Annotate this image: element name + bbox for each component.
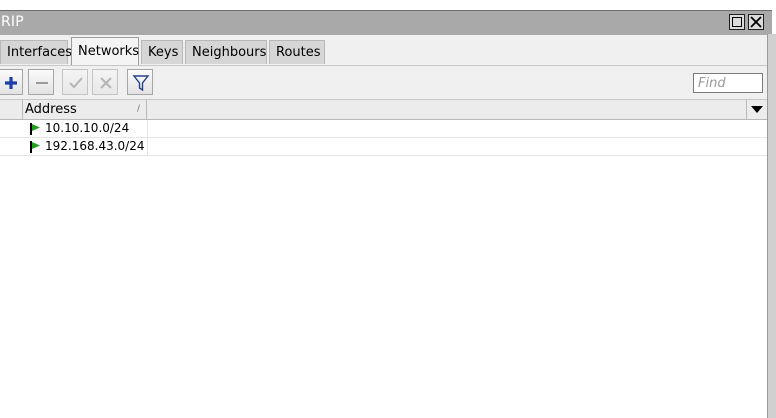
add-button[interactable] [0, 69, 23, 95]
tab-networks[interactable]: Networks [71, 37, 139, 65]
close-icon[interactable] [748, 14, 764, 30]
tab-keys[interactable]: Keys [141, 40, 183, 64]
tab-interfaces[interactable]: Interfaces [0, 40, 72, 64]
column-divider [147, 120, 148, 138]
table-row[interactable]: 10.10.10.0/24 [0, 120, 767, 138]
column-header-marker [0, 100, 23, 120]
chevron-down-icon [751, 106, 763, 113]
row-address: 192.168.43.0/24 [45, 139, 145, 153]
green-flag-icon [30, 123, 40, 135]
disable-button[interactable] [92, 69, 118, 95]
column-header-address[interactable]: Address / [23, 100, 147, 120]
remove-button[interactable] [28, 69, 54, 95]
row-address: 10.10.10.0/24 [45, 121, 130, 135]
find-input[interactable] [693, 73, 763, 93]
check-icon [69, 77, 83, 89]
minus-icon [36, 82, 48, 84]
column-menu-button[interactable] [746, 100, 767, 120]
green-flag-icon [30, 141, 40, 153]
tab-strip: Interfaces Networks Keys Neighbours Rout… [0, 35, 767, 65]
enable-button[interactable] [62, 69, 88, 95]
table-row[interactable]: 192.168.43.0/24 [0, 138, 767, 156]
window-titlebar[interactable]: RIP [0, 10, 772, 35]
window-title: RIP [1, 14, 24, 30]
plus-icon [5, 77, 17, 89]
sort-indicator-icon: / [136, 104, 140, 114]
table-header: Address / [0, 99, 767, 120]
networks-table: Address / 10.10.10.0/24 192.168.43.0/24 [0, 99, 767, 418]
cross-icon [100, 77, 112, 89]
tab-routes[interactable]: Routes [269, 40, 325, 64]
filter-icon [132, 75, 150, 92]
filter-button[interactable] [127, 69, 153, 95]
window-right-edge [767, 34, 776, 418]
column-header-address-label: Address [25, 102, 77, 117]
maximize-icon[interactable] [729, 14, 745, 30]
tab-neighbours[interactable]: Neighbours [185, 40, 267, 64]
column-divider [147, 138, 148, 156]
toolbar [0, 65, 767, 100]
